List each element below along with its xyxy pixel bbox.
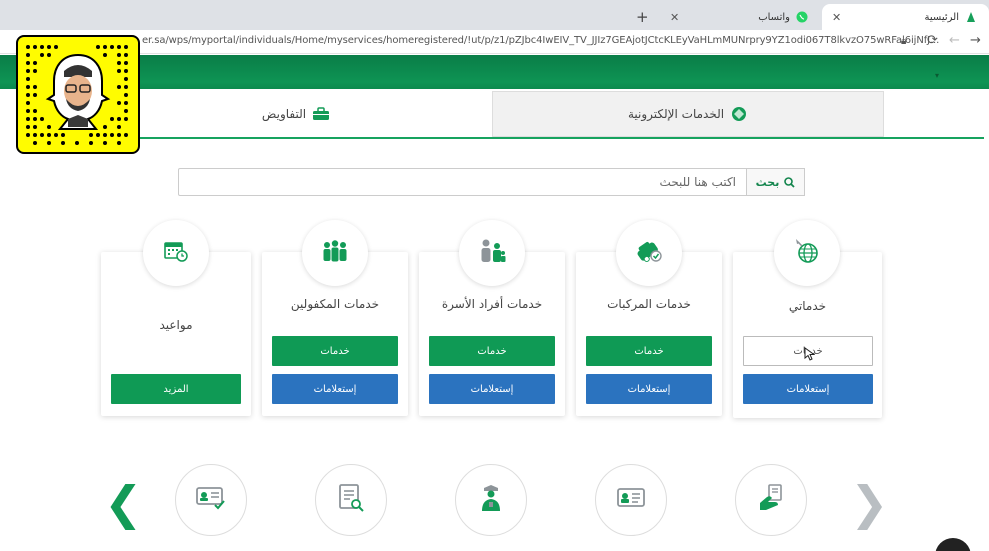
forward-arrow-icon[interactable]: ← xyxy=(949,33,960,48)
tab-label: الخدمات الإلكترونية xyxy=(627,107,725,121)
hand-document-icon xyxy=(757,483,785,517)
services-button[interactable]: خدمات xyxy=(272,336,398,366)
card-title: خدمات المكفولين xyxy=(290,297,380,311)
url-field[interactable]: er.sa/wps/myportal/individuals/Home/myse… xyxy=(142,35,939,46)
close-tab-icon[interactable]: ✕ xyxy=(670,11,679,24)
services-button[interactable]: خدمات xyxy=(429,336,555,366)
card-title: خدماتي xyxy=(788,299,827,313)
search-button-label: بحث xyxy=(755,175,780,189)
card-title: مواعيد xyxy=(159,318,193,332)
officer-icon xyxy=(478,483,504,517)
tab-label: التفاويض xyxy=(261,107,307,121)
address-bar: er.sa/wps/myportal/individuals/Home/myse… xyxy=(0,30,989,54)
back-arrow-icon[interactable]: → xyxy=(970,33,981,48)
calendar-clock-icon xyxy=(164,240,188,266)
inquiries-button[interactable]: إستعلامات xyxy=(586,374,712,404)
mouse-cursor-icon xyxy=(804,346,816,365)
search-bar: بحث xyxy=(178,168,805,196)
carousel-item-id-card[interactable] xyxy=(595,464,667,536)
group-icon-circle xyxy=(302,220,368,286)
car-check-icon xyxy=(634,238,664,268)
carousel-item-officer[interactable] xyxy=(455,464,527,536)
search-button[interactable]: بحث xyxy=(747,168,805,196)
carousel-item-hand-document[interactable] xyxy=(735,464,807,536)
group-people-icon xyxy=(321,239,349,267)
services-button[interactable]: خدمات xyxy=(586,336,712,366)
browser-tab-label: الرئيسية xyxy=(924,11,959,23)
inquiries-button[interactable]: إستعلامات xyxy=(272,374,398,404)
id-card-icon xyxy=(616,487,646,513)
snapcode-ghost-icon xyxy=(26,45,128,145)
carousel-item-document-search[interactable] xyxy=(315,464,387,536)
carousel-item-id-check[interactable] xyxy=(175,464,247,536)
vehicle-icon-circle xyxy=(616,220,682,286)
snapcode-overlay xyxy=(16,35,140,154)
carousel-prev-arrow-icon[interactable]: ❮ xyxy=(104,480,143,526)
briefcase-icon xyxy=(312,106,330,122)
inquiries-button[interactable]: إستعلامات xyxy=(429,374,555,404)
card-title: خدمات المركبات xyxy=(607,297,691,311)
browser-tab-bar: الرئيسية ✕ واتساب ✕ + xyxy=(0,0,989,30)
inquiries-button[interactable]: إستعلامات xyxy=(743,374,873,404)
carousel-next-arrow-icon[interactable]: ❯ xyxy=(850,480,889,526)
section-tabs: التفاويض الخدمات الإلكترونية xyxy=(100,91,884,137)
tabs-underline xyxy=(100,137,984,139)
calendar-icon-circle xyxy=(143,220,209,286)
portal-header-band xyxy=(0,55,989,89)
absher-favicon-icon xyxy=(965,11,977,23)
reload-icon[interactable]: ⟳ xyxy=(927,33,938,48)
browser-tab-whatsapp[interactable]: واتساب ✕ xyxy=(660,4,820,30)
globe-icon xyxy=(793,237,821,269)
tab-authorizations[interactable]: التفاويض xyxy=(100,91,492,137)
eservices-icon xyxy=(730,106,748,122)
browser-tab-label: واتساب xyxy=(758,11,790,23)
close-tab-icon[interactable]: ✕ xyxy=(832,11,841,24)
new-tab-icon[interactable]: + xyxy=(636,8,649,26)
floating-action-button[interactable] xyxy=(935,538,971,551)
card-title: خدمات أفراد الأسرة xyxy=(441,297,543,311)
search-input[interactable] xyxy=(178,168,747,196)
globe-icon-circle xyxy=(774,220,840,286)
browser-tab-home[interactable]: الرئيسية ✕ xyxy=(822,4,989,30)
lock-icon: 🔒︎ xyxy=(901,36,907,47)
more-button[interactable]: المزيد xyxy=(111,374,241,404)
family-icon xyxy=(478,238,506,268)
document-search-icon xyxy=(337,483,365,517)
tab-e-services[interactable]: الخدمات الإلكترونية xyxy=(492,91,884,137)
search-icon xyxy=(784,176,795,188)
whatsapp-favicon-icon xyxy=(796,11,808,23)
header-dropdown-icon[interactable]: ▾ xyxy=(935,71,939,80)
family-icon-circle xyxy=(459,220,525,286)
id-card-check-icon xyxy=(195,485,227,515)
